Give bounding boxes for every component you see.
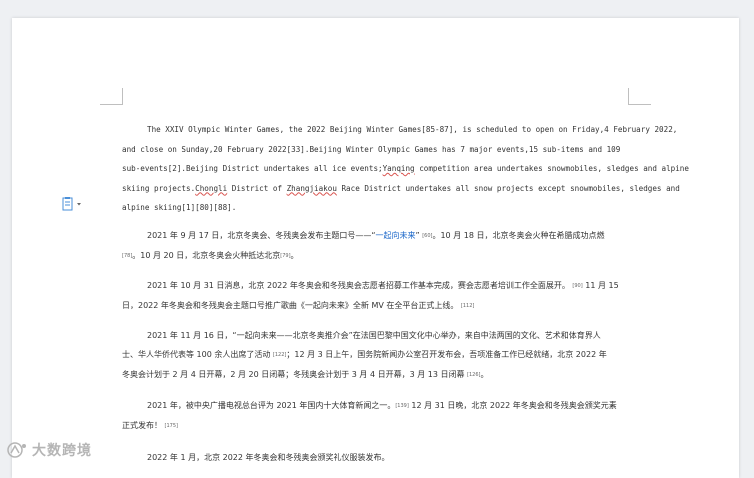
text-run: 。 [480,370,489,379]
citation-ref[interactable]: [126] [467,372,480,378]
text-line: 2021 年 10 月 31 日消息，北京 2022 年冬奥会和冬残奥会志愿者招… [122,276,629,296]
text-line: 正式发布！ [175] [122,416,629,436]
spellcheck-word[interactable]: Zhangjiakou [287,184,337,193]
paragraph-2[interactable]: 2021 年 10 月 31 日消息，北京 2022 年冬奥会和冬残奥会志愿者招… [122,276,629,316]
citation-ref[interactable]: [139] [395,403,408,409]
spellcheck-word[interactable]: Yanqing [383,164,415,173]
text-run: 正式发布！ [122,421,162,430]
watermark-logo: 大数跨境 [6,440,92,460]
text-run: 2021 年，被中央广播电视总台评为 2021 年国内十大体育新闻之一。 [147,401,396,410]
spellcheck-word[interactable]: Chongli [195,184,227,193]
text-run: District of [227,183,287,193]
paste-options-icon[interactable] [62,196,84,211]
paragraph-1[interactable]: 2021 年 9 月 17 日，北京冬奥会、冬残奥会发布主题口号——“一起向未来… [122,226,629,266]
english-paragraph[interactable]: The XXIV Olympic Winter Games, the 2022 … [122,120,689,218]
text-run: 2021 年 10 月 31 日消息，北京 2022 年冬奥会和冬残奥会志愿者招… [147,281,570,290]
text-run: ；12 月 3 日上午，国务院新闻办公室召开发布会，吾项准备工作已经就绪，北京 … [286,350,607,359]
page-corner-mark-top-left [100,88,123,105]
citation-ref[interactable]: [175] [165,423,178,429]
text-run: 2021 年 9 月 17 日，北京冬奥会、冬残奥会发布主题口号——“ [147,231,376,240]
paragraph-4[interactable]: 2021 年，被中央广播电视总台评为 2021 年国内十大体育新闻之一。[139… [122,396,629,436]
paragraph-3[interactable]: 2021 年 11 月 16 日，“一起向未来——北京冬奥推介会”在法国巴黎中国… [122,326,629,385]
text-run: 。10 月 20 日，北京冬奥会火种抵达北京 [132,251,281,260]
text-run: Race District undertakes all snow projec… [336,183,680,193]
citation-ref[interactable]: [90] [572,283,582,289]
text-line: [78]。10 月 20 日，北京冬奥会火种抵达北京[79]。 [122,246,629,266]
citation-ref[interactable]: [122] [273,352,286,358]
slogan-link[interactable]: 一起向未来 [376,231,416,240]
citation-ref[interactable]: [79] [280,253,290,259]
text-line: and close on Sunday,20 February 2022[33]… [122,144,621,154]
text-run: 冬奥会计划于 2 月 4 日开幕，2 月 20 日闭幕；冬残奥会计划于 3 月 … [122,370,465,379]
paragraph-5[interactable]: 2022 年 1 月，北京 2022 年冬奥会和冬残奥会颁奖礼仪服装发布。 [122,448,629,467]
text-run: sub-events[2].Beijing District undertake… [122,164,383,173]
citation-ref[interactable]: [78] [122,253,132,259]
text-run: 。10 月 18 日，北京冬奥会火种在希腊成功点燃 [432,231,605,240]
watermark-text: 大数跨境 [32,443,92,459]
document-page[interactable]: The XXIV Olympic Winter Games, the 2022 … [12,18,739,478]
citation-ref[interactable]: [60] [422,233,432,239]
text-run: ” [415,231,420,240]
text-line: 2021 年，被中央广播电视总台评为 2021 年国内十大体育新闻之一。[139… [122,396,629,416]
text-run: 11 月 15 [582,281,619,290]
text-line: sub-events[2].Beijing District undertake… [122,159,689,179]
text-run: 12 月 31 日晚，北京 2022 年冬奥会和冬残奥会颁奖元素 [408,401,617,410]
text-line: 2022 年 1 月，北京 2022 年冬奥会和冬残奥会颁奖礼仪服装发布。 [147,453,390,462]
text-line: alpine skiing[1][80][88]. [122,203,237,212]
text-line: The XXIV Olympic Winter Games, the 2022 … [147,125,678,134]
text-run: 日，2022 年冬奥会和冬残奥会主题口号推广歌曲《一起向未来》全新 MV 在全平… [122,301,459,310]
text-run: 。 [290,251,299,260]
text-run: competition area undertakes snowmobiles,… [414,164,689,173]
text-line: 日，2022 年冬奥会和冬残奥会主题口号推广歌曲《一起向未来》全新 MV 在全平… [122,296,629,316]
page-corner-mark-top-right [628,88,651,105]
text-line: 士、华人华侨代表等 100 余人出席了活动 [122]；12 月 3 日上午，国… [122,345,629,365]
text-line: 冬奥会计划于 2 月 4 日开幕，2 月 20 日闭幕；冬残奥会计划于 3 月 … [122,365,629,385]
text-line: skiing projects.Chongli District of Zhan… [122,179,680,199]
text-line: 2021 年 9 月 17 日，北京冬奥会、冬残奥会发布主题口号——“一起向未来… [122,226,629,246]
text-run: 士、华人华侨代表等 100 余人出席了活动 [122,350,271,359]
text-run: skiing projects. [122,183,196,193]
citation-ref[interactable]: [112] [461,303,474,309]
watermark-icon [7,442,26,458]
text-line: 2021 年 11 月 16 日，“一起向未来——北京冬奥推介会”在法国巴黎中国… [147,331,601,340]
